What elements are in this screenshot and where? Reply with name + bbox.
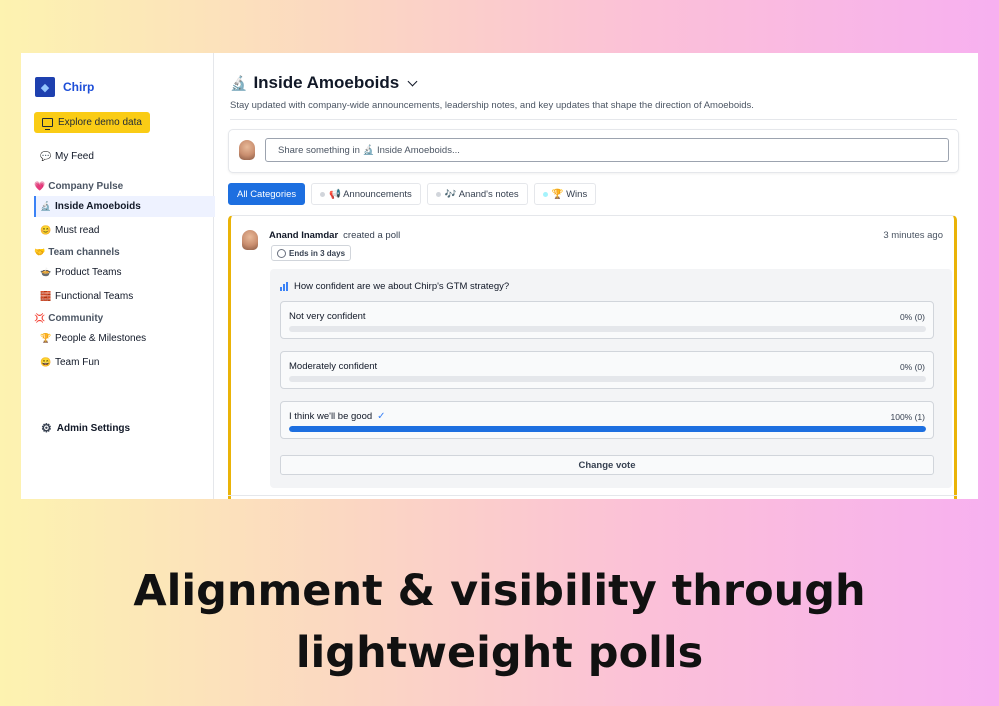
poll-post: Anand Inamdar created a poll 3 minutes a…: [228, 215, 957, 499]
share-input[interactable]: Share something in 🔬 Inside Amoeboids...: [265, 138, 949, 162]
sidebar-item-team-fun[interactable]: 😄 Team Fun: [40, 357, 99, 368]
tab-label: 🏆 Wins: [551, 188, 588, 200]
sidebar-item-inside-amoeboids[interactable]: 🔬 Inside Amoeboids: [40, 201, 141, 212]
avatar: [239, 140, 255, 160]
trophy-icon: 🏆: [40, 333, 52, 343]
microscope-icon: 🔬: [230, 74, 248, 91]
monitor-icon: [42, 118, 53, 130]
divider: [228, 495, 957, 496]
anger-icon: 💢: [34, 313, 46, 323]
poll-option[interactable]: Not very confident 0% (0): [280, 301, 934, 339]
speech-bubble-icon: 💬: [40, 151, 52, 161]
option-label-text: I think we'll be good: [289, 411, 373, 422]
post-action: created a poll: [343, 230, 401, 241]
section-label: Team channels: [48, 247, 120, 258]
handshake-icon: 🤝: [34, 247, 46, 257]
change-vote-button[interactable]: Change vote: [280, 455, 934, 475]
section-label: Community: [48, 313, 104, 324]
sidebar-item-label: Functional Teams: [55, 291, 134, 302]
sidebar-item-product-teams[interactable]: 🍲 Product Teams: [40, 267, 122, 278]
brand[interactable]: ◆ Chirp: [35, 77, 94, 97]
microscope-icon: 🔬: [40, 201, 52, 211]
section-company-pulse[interactable]: 💗 Company Pulse: [34, 181, 123, 192]
avatar: [242, 230, 258, 250]
admin-settings-link[interactable]: ⚙ Admin Settings: [41, 421, 130, 435]
category-tabs: All Categories 📢 Announcements 🎶 Anand's…: [228, 183, 597, 205]
option-label-text: Not very confident: [289, 311, 366, 322]
sidebar-item-label: Product Teams: [55, 267, 122, 278]
option-label: I think we'll be good ✓: [289, 411, 386, 422]
sidebar-item-my-feed[interactable]: 💬 My Feed: [40, 151, 94, 162]
tab-wins[interactable]: 🏆 Wins: [533, 183, 597, 205]
sidebar: ◆ Chirp Explore demo data 💬 My Feed 💗 Co…: [21, 53, 215, 499]
brand-name: Chirp: [63, 80, 95, 94]
dot-icon: [542, 191, 548, 197]
tab-label: All Categories: [237, 188, 297, 200]
sidebar-item-label: Must read: [55, 225, 100, 236]
poll-option-selected[interactable]: I think we'll be good ✓ 100% (1): [280, 401, 934, 439]
dot-icon: [320, 191, 326, 197]
option-percentage: 0% (0): [899, 312, 925, 322]
chevron-down-icon[interactable]: [407, 76, 418, 86]
option-label-text: Moderately confident: [289, 361, 378, 372]
section-label: Company Pulse: [48, 181, 124, 192]
poll-question-text: How confident are we about Chirp's GTM s…: [294, 281, 510, 292]
smile-icon: 😊: [40, 225, 52, 235]
progress-track: [289, 326, 926, 332]
explore-demo-button[interactable]: Explore demo data: [34, 112, 150, 133]
main-content: 🔬 Inside Amoeboids Stay updated with com…: [214, 53, 978, 499]
sidebar-item-label: Inside Amoeboids: [55, 201, 141, 212]
clock-icon: [277, 248, 286, 258]
sidebar-item-functional-teams[interactable]: 🧱 Functional Teams: [40, 291, 133, 302]
tab-label: 📢 Announcements: [329, 188, 412, 200]
dot-icon: [435, 191, 441, 197]
post-header: Anand Inamdar created a poll: [269, 230, 400, 241]
sidebar-item-label: My Feed: [55, 151, 94, 162]
progress-track: [289, 376, 926, 382]
explore-demo-label: Explore demo data: [58, 117, 142, 128]
post-timestamp: 3 minutes ago: [883, 230, 943, 241]
post-composer: Share something in 🔬 Inside Amoeboids...: [228, 129, 959, 173]
sidebar-item-people-milestones[interactable]: 🏆 People & Milestones: [40, 333, 146, 344]
option-percentage: 0% (0): [899, 362, 925, 372]
sidebar-item-must-read[interactable]: 😊 Must read: [40, 225, 99, 236]
poll-question: How confident are we about Chirp's GTM s…: [280, 281, 509, 292]
progress-track: [289, 426, 926, 432]
sidebar-item-label: Team Fun: [55, 357, 100, 368]
sidebar-item-label: People & Milestones: [55, 333, 147, 344]
poll-deadline-label: Ends in 3 days: [289, 248, 346, 258]
option-label: Moderately confident: [289, 361, 377, 372]
heart-icon: 💗: [34, 181, 46, 191]
tab-anands-notes[interactable]: 🎶 Anand's notes: [426, 183, 528, 205]
page-title: Inside Amoeboids: [253, 73, 400, 92]
bricks-icon: 🧱: [40, 291, 52, 301]
progress-fill: [289, 426, 926, 432]
laugh-icon: 😄: [40, 357, 52, 367]
section-community[interactable]: 💢 Community: [34, 313, 103, 324]
section-team-channels[interactable]: 🤝 Team channels: [34, 247, 120, 258]
option-percentage: 100% (1): [890, 412, 926, 422]
channel-description: Stay updated with company-wide announcem…: [230, 100, 754, 111]
app-window: ◆ Chirp Explore demo data 💬 My Feed 💗 Co…: [21, 53, 978, 499]
bird-icon: ◆: [35, 77, 55, 97]
poll-card: How confident are we about Chirp's GTM s…: [270, 269, 952, 488]
poll-deadline-badge: Ends in 3 days: [271, 245, 352, 261]
promo-caption: Alignment & visibility through lightweig…: [133, 566, 866, 678]
poll-option[interactable]: Moderately confident 0% (0): [280, 351, 934, 389]
checkmark-icon: ✓: [377, 411, 386, 422]
divider: [230, 119, 957, 120]
tab-label: 🎶 Anand's notes: [444, 188, 519, 200]
bar-chart-icon: [280, 282, 288, 291]
option-label: Not very confident: [289, 311, 366, 322]
admin-settings-label: Admin Settings: [56, 422, 131, 434]
tab-announcements[interactable]: 📢 Announcements: [311, 183, 421, 205]
author-name[interactable]: Anand Inamdar: [269, 230, 338, 241]
bowl-icon: 🍲: [40, 267, 52, 277]
channel-title[interactable]: 🔬 Inside Amoeboids: [230, 73, 418, 93]
gear-icon: ⚙: [41, 421, 52, 435]
tab-all-categories[interactable]: All Categories: [228, 183, 306, 205]
